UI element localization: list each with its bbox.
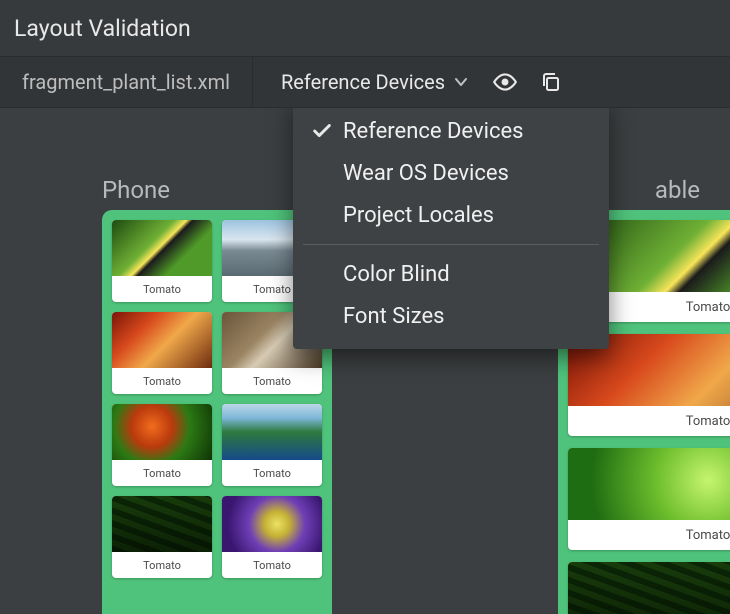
plant-card[interactable]: Tomato	[568, 448, 730, 550]
plant-label: Tomato	[222, 552, 322, 578]
file-tab-label: fragment_plant_list.xml	[22, 70, 230, 94]
menu-item-font-sizes[interactable]: Font Sizes	[293, 295, 609, 337]
panel-title: Layout Validation	[14, 15, 191, 42]
plant-label: Tomato	[112, 460, 212, 486]
plant-image	[112, 496, 212, 552]
menu-item-wear-os-devices[interactable]: Wear OS Devices	[293, 152, 609, 194]
plant-card[interactable]: Tomato	[112, 312, 212, 394]
validation-set-dropdown[interactable]: Reference Devices	[253, 57, 485, 107]
plant-label: Tomato	[222, 368, 322, 394]
preview-foldable-label: able	[655, 176, 700, 204]
chevron-down-icon	[453, 74, 469, 90]
plant-card[interactable]: Tomato	[568, 562, 730, 614]
menu-divider	[303, 244, 599, 245]
plant-card[interactable]: Tomato	[222, 496, 322, 578]
plant-label: Tomato	[222, 460, 322, 486]
menu-item-label: Font Sizes	[343, 304, 444, 329]
menu-item-reference-devices[interactable]: Reference Devices	[293, 110, 609, 152]
plant-card[interactable]: Tomato	[568, 334, 730, 436]
dropdown-label: Reference Devices	[281, 70, 445, 94]
plant-card[interactable]: Tomato	[222, 404, 322, 486]
file-tab[interactable]: fragment_plant_list.xml	[0, 57, 253, 107]
preview-area: Phone able TomatoTomatoTomatoTomatoTomat…	[0, 108, 730, 614]
toolbar: fragment_plant_list.xml Reference Device…	[0, 57, 730, 108]
plant-image	[568, 562, 730, 614]
plant-image	[112, 312, 212, 368]
menu-item-label: Color Blind	[343, 262, 450, 287]
preview-phone-label: Phone	[102, 176, 170, 204]
plant-image	[112, 220, 212, 276]
layout-validation-panel: Layout Validation fragment_plant_list.xm…	[0, 0, 730, 614]
visibility-icon[interactable]	[491, 68, 519, 96]
plant-image	[222, 496, 322, 552]
menu-item-color-blind[interactable]: Color Blind	[293, 253, 609, 295]
plant-card[interactable]: Tomato	[112, 220, 212, 302]
plant-image	[222, 404, 322, 460]
menu-item-label: Wear OS Devices	[343, 161, 509, 186]
check-icon	[311, 120, 343, 142]
plant-card[interactable]: Tomato	[112, 496, 212, 578]
plant-label: Tomato	[112, 368, 212, 394]
plant-image	[112, 404, 212, 460]
plant-label: Tomato	[112, 276, 212, 302]
plant-card[interactable]: Tomato	[112, 404, 212, 486]
menu-item-label: Project Locales	[343, 203, 494, 228]
panel-title-bar: Layout Validation	[0, 0, 730, 57]
plant-label: Tomato	[568, 406, 730, 436]
duplicate-icon[interactable]	[537, 68, 565, 96]
menu-item-project-locales[interactable]: Project Locales	[293, 194, 609, 236]
plant-label: Tomato	[568, 520, 730, 550]
plant-image	[568, 448, 730, 520]
validation-set-menu: Reference Devices Wear OS Devices Projec…	[293, 108, 609, 349]
menu-item-label: Reference Devices	[343, 119, 524, 144]
phone-grid: Tomato Tomato Tomato Tomato Tomato Tomato Toma…	[112, 220, 322, 578]
toolbar-icons	[491, 68, 565, 96]
plant-label: Tomato	[112, 552, 212, 578]
